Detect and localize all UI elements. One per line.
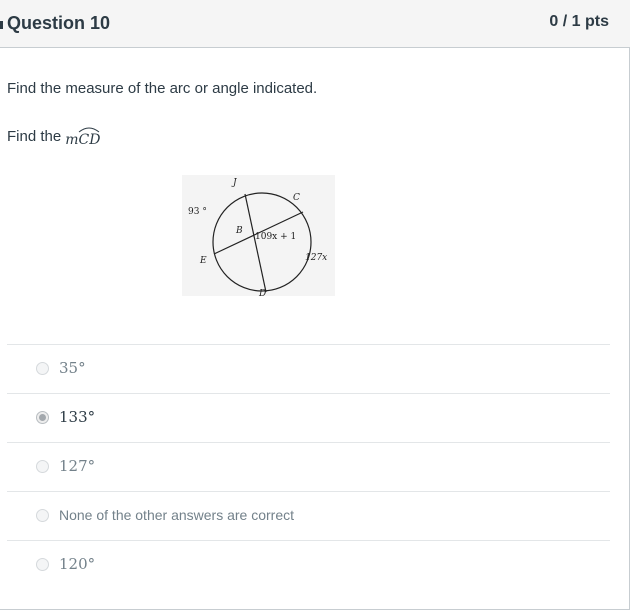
label-c: C xyxy=(293,193,300,203)
question-header: Question 10 0 / 1 pts xyxy=(0,0,630,48)
radio-button-selected[interactable] xyxy=(36,410,49,424)
circle-figure: J C B E D 93 ° 109x + 1 127x xyxy=(182,175,335,296)
label-j: J xyxy=(231,178,238,188)
arc-label: mCD xyxy=(65,132,101,148)
answer-label: 133° xyxy=(59,408,96,426)
answer-label: 35° xyxy=(59,359,86,377)
question-card: Question 10 0 / 1 pts Find the measure o… xyxy=(0,0,630,610)
radio-button[interactable] xyxy=(36,557,49,571)
circle-outline xyxy=(212,192,312,292)
arc-symbol-icon xyxy=(78,127,100,133)
question-points: 0 / 1 pts xyxy=(549,13,609,30)
answer-label: None of the other answers are correct xyxy=(59,507,295,523)
radio-button[interactable] xyxy=(36,361,49,375)
answer-option-selected[interactable]: 133° xyxy=(36,406,95,428)
answer-option[interactable]: 120° xyxy=(36,553,95,575)
label-arc-je: 93 ° xyxy=(188,207,207,217)
question-title: Question 10 xyxy=(7,13,111,33)
chord-jd xyxy=(244,193,267,293)
label-b: B xyxy=(235,226,243,236)
answer-divider xyxy=(7,393,610,394)
answer-divider xyxy=(7,491,610,492)
question-prompt: Find the measure of the arc or angle ind… xyxy=(7,80,318,97)
answer-divider xyxy=(7,540,610,541)
radio-button[interactable] xyxy=(36,459,49,473)
answer-divider xyxy=(7,442,610,443)
label-arc-cd: 127x xyxy=(305,253,327,263)
label-angle: 109x + 1 xyxy=(255,232,296,242)
answer-divider xyxy=(7,344,610,345)
arc-notation: mCD xyxy=(65,127,101,148)
label-e: E xyxy=(199,256,207,266)
find-text: Find the xyxy=(7,128,62,145)
answer-label: 120° xyxy=(59,555,96,573)
label-d: D xyxy=(258,289,266,296)
circle-diagram: J C B E D 93 ° 109x + 1 127x xyxy=(188,178,327,296)
answer-option[interactable]: 35° xyxy=(36,357,86,379)
header-marker xyxy=(0,21,3,29)
answer-option[interactable]: None of the other answers are correct xyxy=(36,504,294,526)
radio-button[interactable] xyxy=(36,508,49,522)
answer-label: 127° xyxy=(59,457,96,475)
find-line: Find the mCD xyxy=(7,127,101,148)
answer-option[interactable]: 127° xyxy=(36,455,95,477)
